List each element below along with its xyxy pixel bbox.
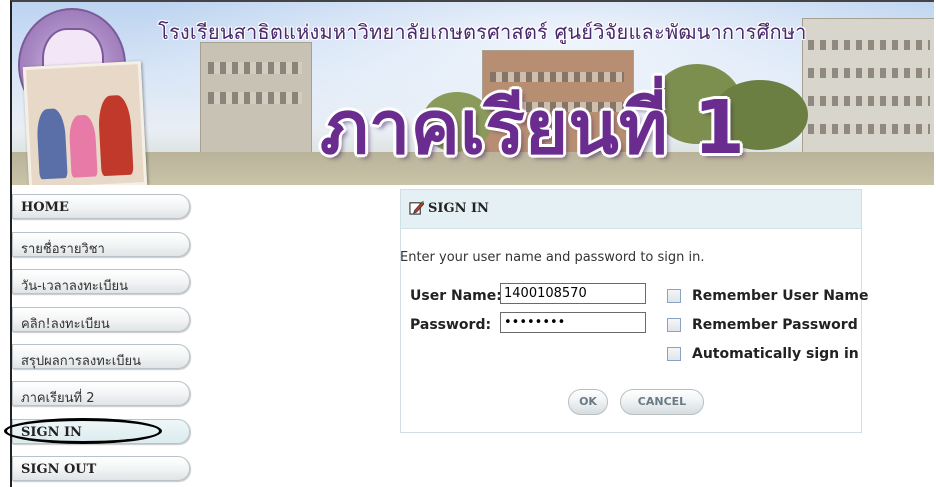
username-label: User Name: [410, 288, 502, 304]
ok-button[interactable]: OK [568, 389, 608, 415]
remember-username-label: Remember User Name [692, 288, 869, 304]
remember-password-checkbox[interactable] [667, 318, 681, 332]
signin-instructions: Enter your user name and password to sig… [400, 250, 705, 265]
remember-username-checkbox[interactable] [667, 289, 681, 303]
school-name: โรงเรียนสาธิตแห่งมหาวิทยาลัยเกษตรศาสตร์ … [158, 20, 807, 44]
sidebar-item-schedule[interactable]: วัน-เวลาลงทะเบียน [12, 269, 190, 294]
password-input[interactable] [500, 312, 646, 333]
banner-windows [808, 68, 930, 78]
signin-header: SIGN IN [401, 190, 861, 229]
banner-windows [808, 124, 930, 134]
sidebar-item-home[interactable]: HOME [12, 194, 190, 219]
sidebar-item-courses[interactable]: รายชื่อรายวิชา [12, 232, 190, 257]
remember-password-label: Remember Password [692, 317, 858, 333]
username-input[interactable] [500, 283, 646, 304]
photo-figure [36, 108, 68, 180]
pencil-icon [409, 200, 424, 215]
cancel-button[interactable]: CANCEL [620, 389, 704, 415]
header-banner: โรงเรียนสาธิตแห่งมหาวิทยาลัยเกษตรศาสตร์ … [12, 2, 934, 185]
photo-figure [97, 94, 134, 177]
auto-signin-checkbox[interactable] [667, 347, 681, 361]
banner-windows [208, 92, 302, 104]
sidebar-item-signout[interactable]: SIGN OUT [12, 456, 190, 481]
password-label: Password: [410, 317, 492, 333]
banner-windows [808, 96, 930, 106]
photo-figure [68, 114, 98, 178]
sidebar-item-register[interactable]: คลิก!ลงทะเบียน [12, 307, 190, 332]
annotation-circle [4, 418, 162, 444]
sidebar-item-summary[interactable]: สรุปผลการลงทะเบียน [12, 344, 190, 369]
signin-title: SIGN IN [428, 201, 489, 216]
banner-windows [808, 40, 930, 50]
auto-signin-label: Automatically sign in [692, 346, 859, 362]
term-title: ภาคเรียนที่ 1 [320, 85, 745, 171]
page-frame: โรงเรียนสาธิตแห่งมหาวิทยาลัยเกษตรศาสตร์ … [4, 0, 934, 487]
sidebar-item-term2[interactable]: ภาคเรียนที่ 2 [12, 381, 190, 406]
students-photo [22, 60, 148, 185]
banner-windows [208, 62, 302, 74]
